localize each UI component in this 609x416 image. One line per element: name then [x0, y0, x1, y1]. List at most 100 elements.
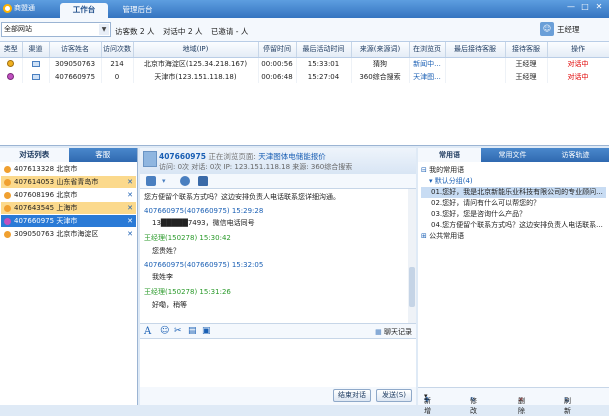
- cell-stay: 00:06:48: [258, 70, 297, 83]
- avatar[interactable]: ☺: [540, 22, 554, 36]
- list-item[interactable]: 407660975 天津市 ✕: [1, 215, 136, 227]
- end-chat-button[interactable]: 结束对话: [333, 389, 371, 402]
- history-button[interactable]: ▦ 聊天记录: [375, 327, 412, 337]
- cell-agent: 王经理: [505, 70, 548, 83]
- expand-icon[interactable]: ⊞: [421, 232, 427, 240]
- group-default[interactable]: ▾ 默认分组(4): [421, 176, 606, 187]
- scroll-thumb[interactable]: [409, 267, 415, 307]
- close-icon[interactable]: ✕: [594, 3, 604, 12]
- chevron-down-icon[interactable]: ▾: [429, 177, 433, 185]
- list-item[interactable]: 407613328 北京市: [1, 163, 136, 175]
- edit-label: 修改: [470, 397, 477, 415]
- message-text: 您贵姓？: [152, 247, 180, 255]
- site-select[interactable]: 全部网站 ▼: [1, 22, 111, 37]
- history-icon: ▦: [375, 328, 382, 336]
- conv-id: 407614053: [14, 178, 55, 186]
- invited-count: 已邀请 - 人: [210, 27, 249, 36]
- col-last-agent[interactable]: 最后接待客服: [445, 42, 506, 58]
- conv-city: 山东省青岛市: [56, 178, 99, 186]
- minimize-icon[interactable]: —: [566, 3, 576, 12]
- col-stay[interactable]: 停留时间: [258, 42, 297, 58]
- list-item[interactable]: 309050763 北京市海淀区 ✕: [1, 228, 136, 240]
- tab-agents[interactable]: 客服: [69, 148, 138, 162]
- cell-region: 北京市海淀区(125.34.218.167): [133, 57, 259, 70]
- visitor-type-icon: [7, 60, 15, 68]
- list-item[interactable]: 407643545 上海市 ✕: [1, 202, 136, 214]
- close-icon[interactable]: ✕: [127, 230, 133, 238]
- conv-id: 407643545: [14, 204, 55, 212]
- dialog-count: 对话中 2 人: [162, 27, 203, 36]
- emoji-icon[interactable]: ☺: [160, 326, 169, 336]
- phrases-panel: 常用语 常用文件 访客轨迹 ⊟ 我的常用语 ▾ 默认分组(4) 01.您好，我是…: [418, 148, 609, 415]
- chevron-down-icon[interactable]: ▼: [99, 24, 109, 35]
- message-header: 王经理(150278) 15:31:26: [144, 288, 231, 296]
- message-text: 13█████7493，微信电话同号: [152, 219, 255, 227]
- add-phrase-button[interactable]: ✚ 新增 ▾: [424, 392, 431, 415]
- browsing-page-link[interactable]: 天津图体电储能报价: [258, 152, 326, 161]
- cell-action[interactable]: 对话中: [547, 70, 609, 83]
- table-row[interactable]: 407660975 0 天津市(123.151.118.18) 00:06:48…: [0, 70, 609, 83]
- cell-last-agent: [445, 70, 506, 83]
- title-bar: 商盟通 工作台 管理后台 — □ ✕: [0, 0, 609, 18]
- font-icon[interactable]: A: [144, 326, 151, 337]
- tab-workbench[interactable]: 工作台: [60, 3, 108, 18]
- close-icon[interactable]: ✕: [127, 217, 133, 225]
- chat-scrollbar[interactable]: [408, 189, 416, 324]
- table-row[interactable]: 309050763 214 北京市海淀区(125.34.218.167) 00:…: [0, 57, 609, 70]
- tab-conversations[interactable]: 对话列表: [0, 148, 69, 162]
- col-page[interactable]: 在浏览页: [409, 42, 446, 58]
- cell-page-link[interactable]: 新闻中...: [409, 57, 446, 70]
- close-icon[interactable]: ✕: [127, 191, 133, 199]
- cell-action[interactable]: 对话中: [547, 57, 609, 70]
- conv-city: 北京市: [56, 191, 78, 199]
- phrase-item[interactable]: 02.您好，请问有什么可以帮您的？: [421, 198, 606, 209]
- history-label: 聊天记录: [384, 328, 412, 336]
- chat-meta: 访问: 0次 对话: 0次 IP: 123.151.118.18 来源: 360…: [159, 163, 353, 171]
- col-source[interactable]: 来源(来源词): [351, 42, 410, 58]
- screenshot-icon[interactable]: ✂: [174, 326, 182, 336]
- phrase-tree: ⊟ 我的常用语 ▾ 默认分组(4) 01.您好，我是北京新能乐业科技有限公司的专…: [418, 162, 609, 245]
- conversation-panel: 对话列表 客服 407613328 北京市 407614053 山东省青岛市 ✕…: [0, 148, 138, 405]
- col-visits[interactable]: 访问次数: [101, 42, 134, 58]
- list-item[interactable]: 407614053 山东省青岛市 ✕: [1, 176, 136, 188]
- user-transfer-icon[interactable]: [180, 176, 190, 186]
- visitor-icon: [4, 217, 11, 225]
- col-type[interactable]: 类型: [0, 42, 23, 58]
- send-button[interactable]: 发送(S): [376, 389, 412, 402]
- tab-phrases[interactable]: 常用语: [418, 148, 481, 162]
- col-visitor[interactable]: 访客姓名: [49, 42, 102, 58]
- group-my-phrases[interactable]: ⊟ 我的常用语: [421, 165, 606, 176]
- close-icon[interactable]: ✕: [127, 178, 133, 186]
- list-item[interactable]: 407608196 北京市 ✕: [1, 189, 136, 201]
- col-channel[interactable]: 渠道: [22, 42, 50, 58]
- user-profile[interactable]: ☺ 王经理: [540, 22, 580, 36]
- message-header: 王经理(150278) 15:30:42: [144, 234, 231, 242]
- table-header: 类型 渠道 访客姓名 访问次数 地域(IP) 停留时间 最后活动时间 来源(来源…: [0, 42, 609, 58]
- user-name: 王经理: [557, 24, 580, 34]
- lock-icon[interactable]: [198, 176, 208, 186]
- phrase-item[interactable]: 03.您好，您是咨询什么产品？: [421, 209, 606, 220]
- close-icon[interactable]: ✕: [127, 204, 133, 212]
- tab-visitor-track[interactable]: 访客轨迹: [544, 148, 607, 162]
- image-icon[interactable]: ▣: [202, 326, 211, 336]
- col-agent[interactable]: 接待客服: [505, 42, 548, 58]
- collapse-icon[interactable]: ⊟: [421, 166, 427, 174]
- tab-files[interactable]: 常用文件: [481, 148, 544, 162]
- tab-admin[interactable]: 管理后台: [110, 3, 165, 18]
- col-last-active[interactable]: 最后活动时间: [296, 42, 352, 58]
- col-action[interactable]: 操作: [547, 42, 609, 58]
- group-public-phrases[interactable]: ⊞ 公共常用语: [421, 231, 606, 242]
- folder-icon[interactable]: [146, 176, 156, 186]
- message-input[interactable]: [140, 339, 416, 387]
- maximize-icon[interactable]: □: [580, 3, 590, 12]
- file-icon[interactable]: ▤: [188, 326, 197, 336]
- col-region[interactable]: 地域(IP): [133, 42, 259, 58]
- conv-id: 407613328: [14, 165, 55, 173]
- phrase-item[interactable]: 04.您方便留个联系方式吗？这边安排负责人电话联系...: [421, 220, 606, 231]
- cell-page-link[interactable]: 天津图...: [409, 70, 446, 83]
- cell-agent: 王经理: [505, 57, 548, 70]
- add-label: 新增: [424, 397, 431, 415]
- chevron-down-icon[interactable]: ▾: [162, 176, 172, 186]
- cell-visits: 0: [101, 70, 134, 83]
- phrase-item[interactable]: 01.您好，我是北京新能乐业科技有限公司的专业顾问...: [421, 187, 606, 198]
